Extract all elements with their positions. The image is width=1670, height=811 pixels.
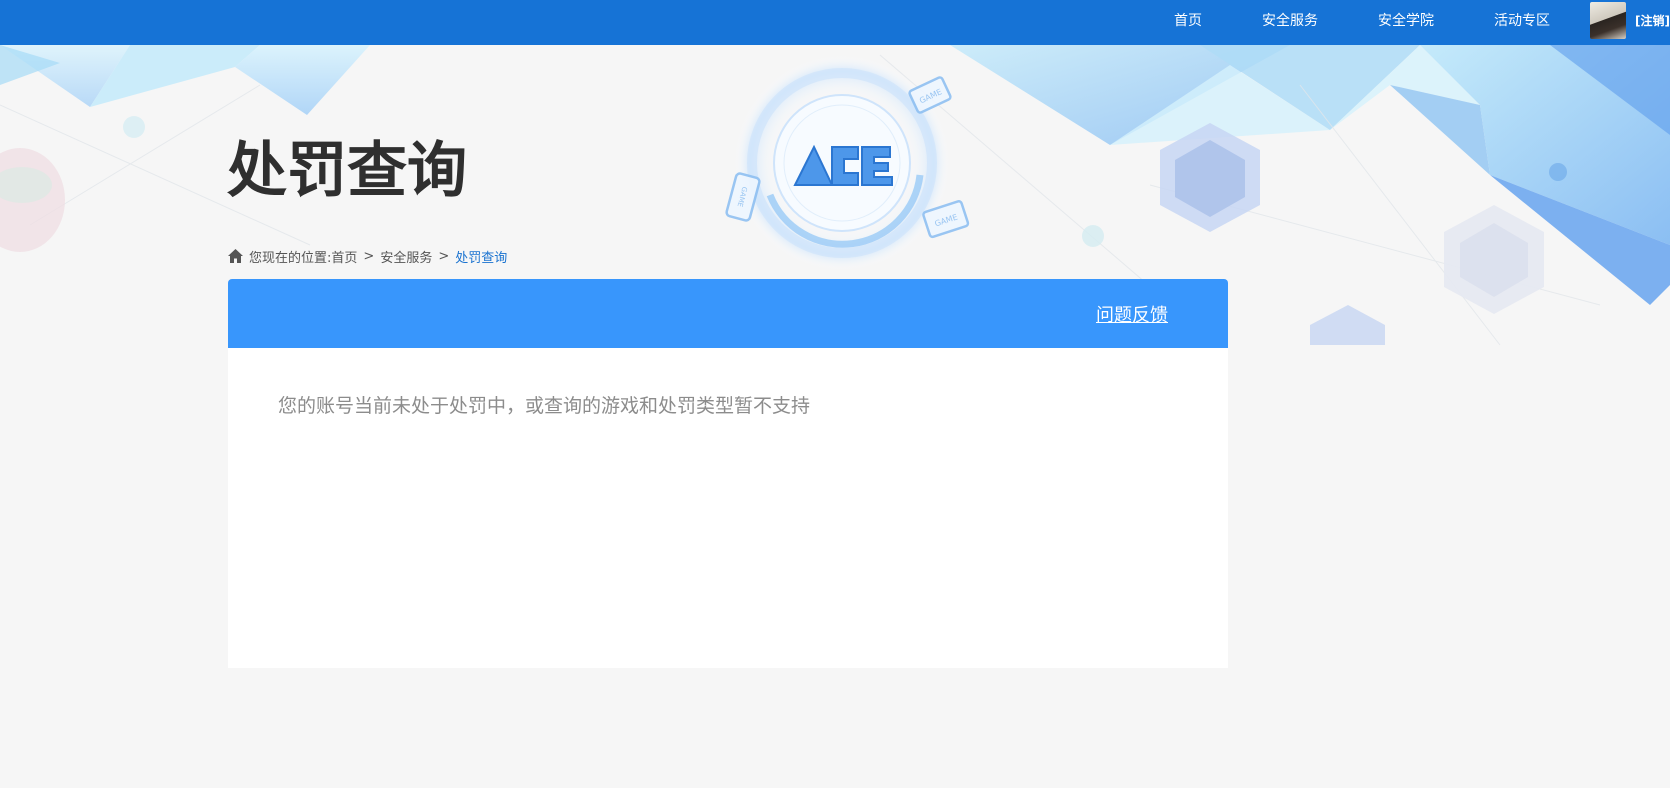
panel-header: 问题反馈	[228, 279, 1228, 348]
breadcrumb-prefix: 您现在的位置:	[249, 250, 332, 266]
page-title: 处罚查询	[227, 136, 467, 206]
logout-link[interactable]: [注销]	[1635, 0, 1670, 45]
query-result-message: 您的账号当前未处于处罚中，或查询的游戏和处罚类型暂不支持	[278, 395, 811, 417]
feedback-link[interactable]: 问题反馈	[1096, 301, 1168, 327]
breadcrumb-item-current: 处罚查询	[455, 250, 508, 266]
nav-item-security-services[interactable]: 安全服务	[1262, 0, 1318, 45]
breadcrumb-separator: >	[363, 248, 375, 264]
panel-body: 您的账号当前未处于处罚中，或查询的游戏和处罚类型暂不支持	[228, 348, 1228, 668]
breadcrumb-separator: >	[438, 248, 450, 264]
breadcrumb-item-security-services[interactable]: 安全服务	[380, 247, 432, 266]
user-avatar[interactable]	[1590, 2, 1626, 39]
nav-item-security-academy[interactable]: 安全学院	[1378, 0, 1434, 45]
nav-item-home[interactable]: 首页	[1174, 0, 1202, 45]
breadcrumb: 您现在的位置: 首页 > 安全服务 > 处罚查询	[227, 246, 507, 266]
home-icon	[228, 249, 243, 263]
nav-item-activity-zone[interactable]: 活动专区	[1494, 0, 1550, 45]
breadcrumb-item-home[interactable]: 首页	[331, 247, 357, 266]
top-nav-bar: 首页 安全服务 安全学院 活动专区 [注销]	[0, 0, 1670, 45]
